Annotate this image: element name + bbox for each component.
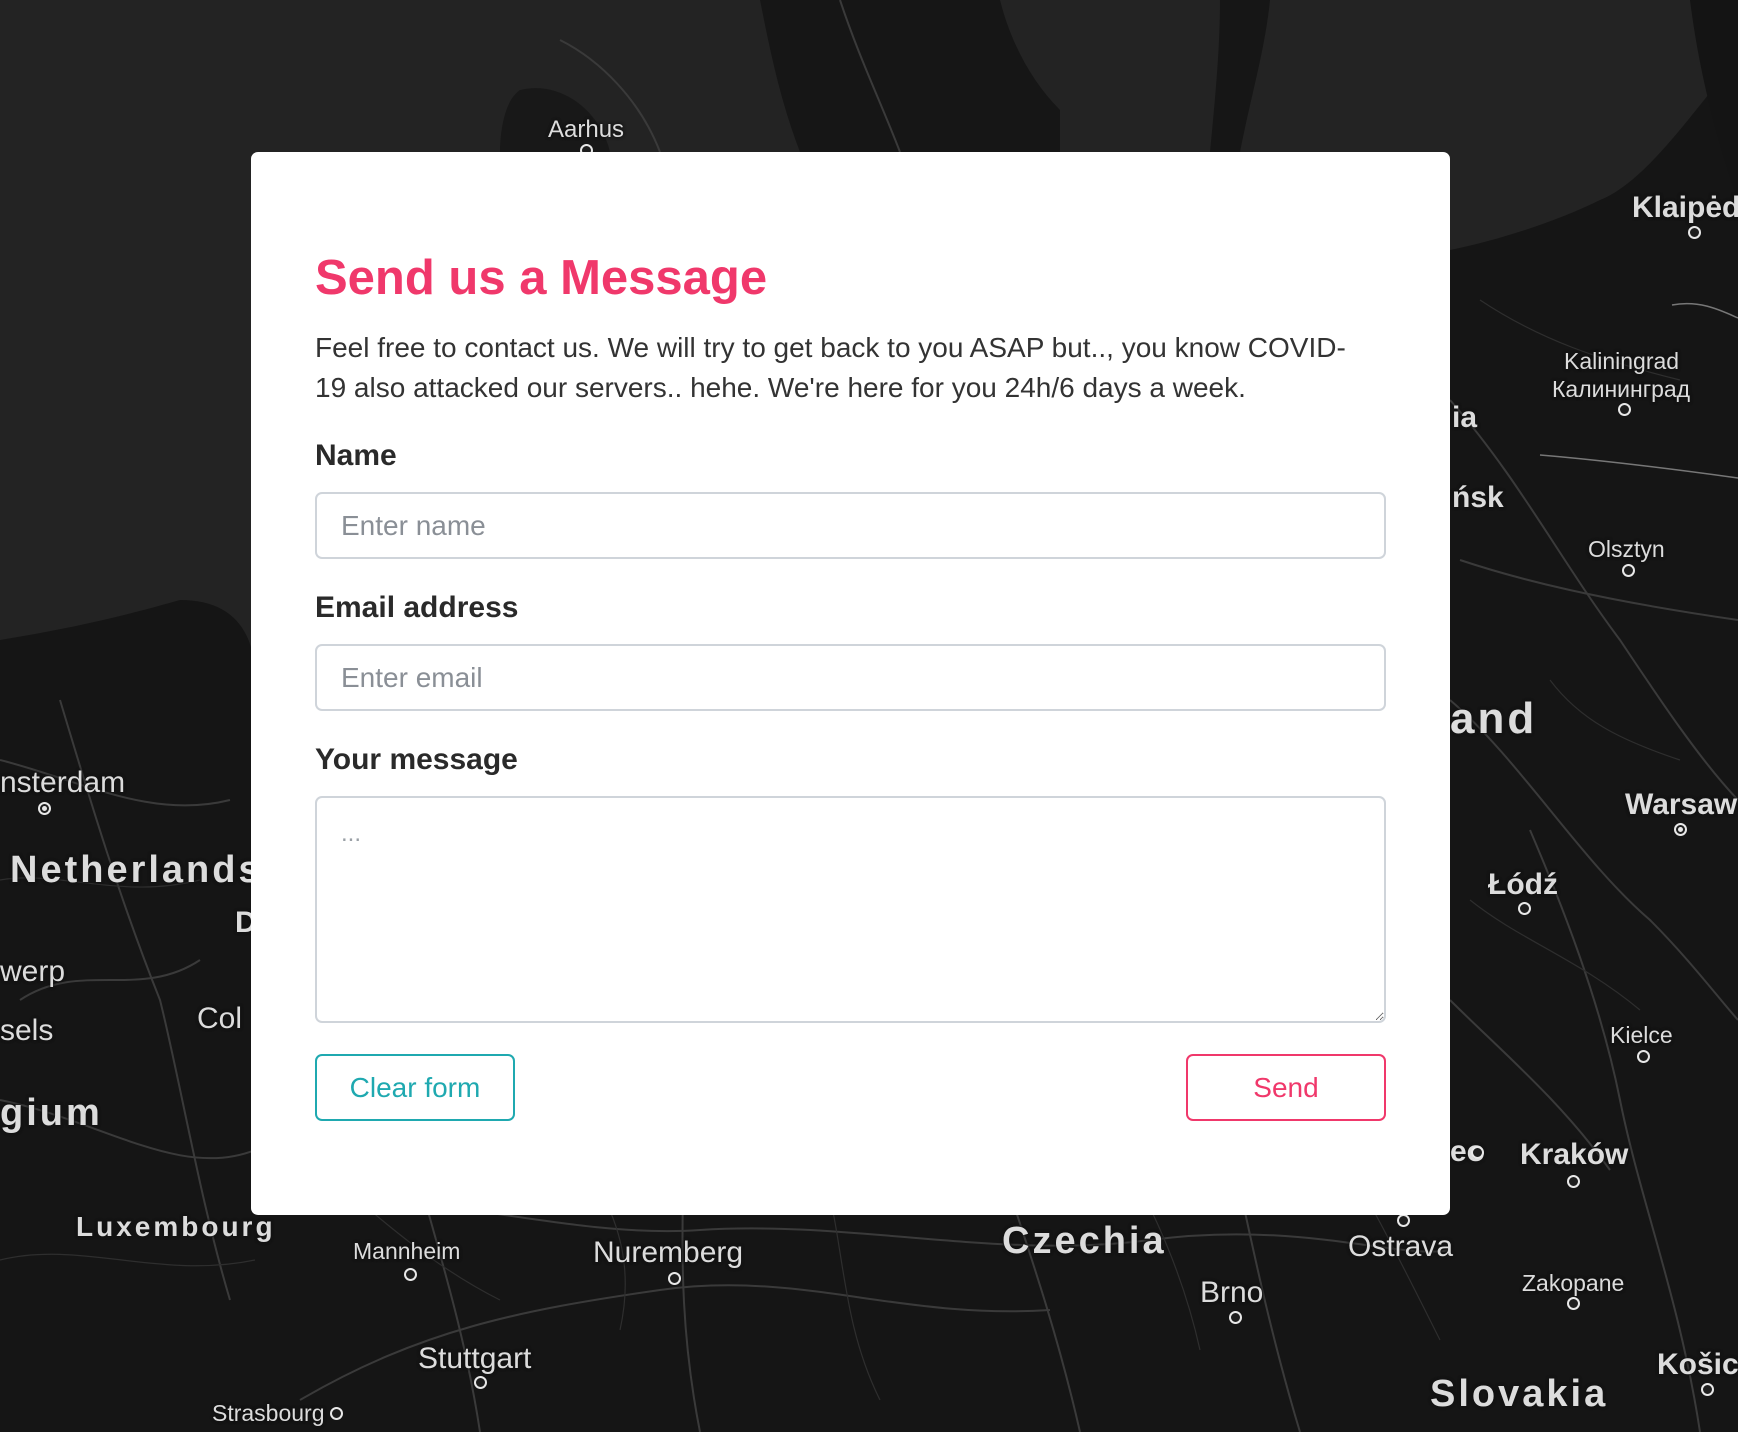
send-button[interactable]: Send	[1186, 1054, 1386, 1121]
map-label-lodz: Łódź	[1488, 868, 1558, 901]
map-marker-mannheim	[404, 1268, 417, 1281]
map-label-czechia: Czechia	[1002, 1220, 1167, 1262]
map-label-brussels: sels	[0, 1014, 54, 1047]
contact-form-card: Send us a Message Feel free to contact u…	[251, 152, 1450, 1215]
map-marker-kielce	[1637, 1050, 1650, 1063]
name-input[interactable]	[315, 492, 1386, 559]
message-textarea[interactable]	[315, 796, 1386, 1023]
map-label-amsterdam: nsterdam	[0, 766, 126, 799]
map-marker-klaipeda	[1688, 226, 1701, 239]
map-label-ia: ia	[1452, 401, 1478, 434]
map-label-aarhus: Aarhus	[548, 116, 625, 143]
map-marker-zakopane	[1567, 1297, 1580, 1310]
map-label-antwerp: werp	[0, 955, 66, 988]
email-label: Email address	[315, 591, 519, 624]
map-marker-eo	[1471, 1146, 1484, 1159]
map-marker-brno	[1229, 1311, 1242, 1324]
map-marker-olsztyn	[1622, 564, 1635, 577]
map-label-netherlands: Netherlands	[10, 849, 263, 891]
map-marker-krakow	[1567, 1175, 1580, 1188]
map-marker-amsterdam	[38, 802, 51, 815]
map-label-olsztyn: Olsztyn	[1588, 536, 1665, 562]
map-label-poland: and	[1450, 694, 1538, 743]
map-label-kaliningrad-ru: Калининград	[1552, 376, 1691, 402]
map-marker-kaliningrad	[1618, 403, 1631, 416]
form-intro-text: Feel free to contact us. We will try to …	[315, 332, 1346, 403]
map-marker-strasbourg	[330, 1407, 343, 1420]
map-label-kaliningrad: Kaliningrad	[1564, 348, 1680, 374]
map-label-nuremberg: Nuremberg	[593, 1236, 744, 1269]
form-title: Send us a Message	[315, 251, 768, 305]
clear-form-button[interactable]: Clear form	[315, 1054, 515, 1121]
map-label-belgium: gium	[0, 1092, 103, 1134]
map-marker-stuttgart	[474, 1376, 487, 1389]
map-label-nsk: ńsk	[1452, 481, 1504, 514]
map-label-brno: Brno	[1200, 1276, 1264, 1309]
map-label-stuttgart: Stuttgart	[418, 1342, 532, 1375]
map-label-cologne: Col	[197, 1002, 243, 1035]
map-marker-nuremberg	[668, 1272, 681, 1285]
map-label-krakow: Kraków	[1520, 1138, 1629, 1171]
map-label-ostrava: Ostrava	[1348, 1230, 1454, 1263]
map-label-kosice: Košic	[1657, 1348, 1738, 1381]
map-marker-ostrava	[1397, 1214, 1410, 1227]
email-input[interactable]	[315, 644, 1386, 711]
message-label: Your message	[315, 743, 518, 776]
map-label-strasbourg: Strasbourg	[212, 1400, 325, 1426]
map-marker-lodz	[1518, 902, 1531, 915]
map-label-warsaw: Warsaw	[1625, 788, 1738, 821]
map-marker-warsaw	[1674, 823, 1687, 836]
map-label-slovakia: Slovakia	[1430, 1373, 1609, 1415]
map-label-kielce: Kielce	[1610, 1022, 1673, 1048]
map-label-luxembourg: Luxembourg	[76, 1211, 276, 1242]
map-label-zakopane: Zakopane	[1522, 1270, 1625, 1296]
map-label-klaipeda: Klaipėd	[1632, 191, 1738, 224]
map-marker-kosice	[1701, 1383, 1714, 1396]
name-label: Name	[315, 439, 397, 472]
map-label-mannheim: Mannheim	[353, 1238, 461, 1264]
